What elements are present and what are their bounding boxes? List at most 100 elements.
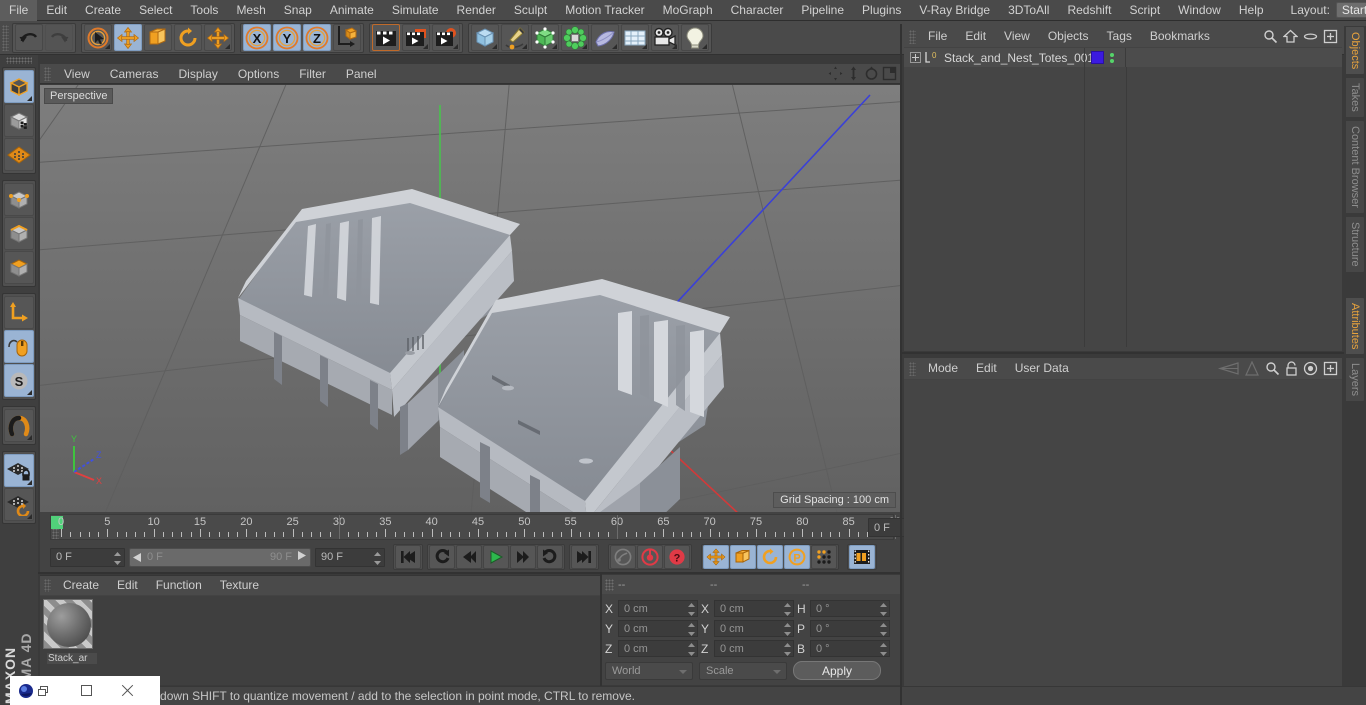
vertical-tab-layers[interactable]: Layers: [1345, 357, 1365, 403]
viewport-menu-panel[interactable]: Panel: [336, 64, 387, 84]
go-to-previous-key-button[interactable]: [429, 545, 455, 569]
go-to-next-key-button[interactable]: [537, 545, 563, 569]
undo-button[interactable]: [15, 24, 43, 51]
menu-item-simulate[interactable]: Simulate: [383, 0, 448, 21]
expand-icon[interactable]: [1323, 29, 1338, 47]
lock-workplane-button[interactable]: [4, 454, 34, 487]
add-spline-button[interactable]: [501, 24, 529, 51]
z-axis-lock[interactable]: Z: [303, 24, 331, 51]
object-menu-edit[interactable]: Edit: [956, 26, 995, 47]
vertical-tab-structure[interactable]: Structure: [1345, 215, 1365, 273]
menu-item-motion-tracker[interactable]: Motion Tracker: [556, 0, 653, 21]
y-axis-lock[interactable]: Y: [273, 24, 301, 51]
search-icon[interactable]: [1263, 29, 1278, 47]
workplane-mode-button[interactable]: [4, 138, 34, 171]
ellipse-icon[interactable]: [1303, 29, 1318, 47]
range-left-arrow-icon[interactable]: [133, 552, 142, 562]
layer-color-swatch[interactable]: [1091, 51, 1104, 64]
object-row[interactable]: 0 Stack_and_Nest_Totes_001: [904, 48, 1342, 67]
add-light-button[interactable]: [681, 24, 709, 51]
object-manager-body[interactable]: 0 Stack_and_Nest_Totes_001: [904, 48, 1342, 351]
add-camera-button[interactable]: [651, 24, 679, 51]
menu-item-snap[interactable]: Snap: [275, 0, 321, 21]
spinner-icon[interactable]: [784, 623, 791, 639]
layout-select[interactable]: Startup: [1335, 2, 1366, 18]
polygons-mode-button[interactable]: [4, 251, 34, 284]
maximize-icon[interactable]: [81, 685, 92, 696]
material-manager-body[interactable]: Stack_ar: [40, 596, 600, 685]
step-forward-button[interactable]: [510, 545, 536, 569]
redo-button[interactable]: [45, 24, 73, 51]
add-cube-button[interactable]: [471, 24, 499, 51]
rotate-tool[interactable]: [174, 24, 202, 51]
coordinate-field-rotation[interactable]: 0 °: [810, 620, 890, 637]
home-icon[interactable]: [1282, 29, 1299, 47]
panel-divider-vertical[interactable]: [900, 24, 902, 705]
step-back-button[interactable]: [456, 545, 482, 569]
toolbar-grip[interactable]: [2, 24, 9, 51]
viewport-solo-button[interactable]: [4, 409, 34, 442]
world-object-coordinates-button[interactable]: [4, 296, 34, 329]
scale-key-toggle[interactable]: [730, 545, 756, 569]
menu-item-3dtoall[interactable]: 3DToAll: [999, 0, 1058, 21]
move-tool[interactable]: [114, 24, 142, 51]
material-menu-edit[interactable]: Edit: [108, 576, 147, 595]
viewport-menu-filter[interactable]: Filter: [289, 64, 336, 84]
back-arrow-icon[interactable]: [1217, 361, 1239, 379]
panel-divider-vertical-2[interactable]: [600, 574, 602, 686]
spinner-icon[interactable]: [374, 551, 381, 565]
left-toolbar-grip[interactable]: [6, 57, 32, 64]
coordinates-grip[interactable]: [605, 578, 614, 591]
spinner-icon[interactable]: [688, 623, 695, 639]
menu-item-window[interactable]: Window: [1169, 0, 1230, 21]
x-axis-lock[interactable]: X: [243, 24, 271, 51]
enable-axis-modification-button[interactable]: [4, 330, 34, 363]
range-right-arrow-icon[interactable]: [298, 551, 307, 563]
coordinate-field-rotation[interactable]: 0 °: [810, 640, 890, 657]
menu-item-edit[interactable]: Edit: [37, 0, 76, 21]
points-mode-button[interactable]: [4, 183, 34, 216]
menu-item-script[interactable]: Script: [1120, 0, 1169, 21]
end-frame-field[interactable]: 90 F: [315, 547, 385, 567]
position-key-toggle[interactable]: [703, 545, 729, 569]
add-generator-button[interactable]: [531, 24, 559, 51]
size-mode-select[interactable]: Scale: [699, 661, 787, 680]
panel-divider-horizontal-2[interactable]: [38, 572, 902, 574]
object-layer-cell[interactable]: [1084, 48, 1126, 67]
render-view-button[interactable]: [372, 24, 400, 51]
menu-item-v-ray-bridge[interactable]: V-Ray Bridge: [910, 0, 999, 21]
menu-item-pipeline[interactable]: Pipeline: [792, 0, 853, 21]
spinner-icon[interactable]: [784, 643, 791, 659]
scale-tool[interactable]: [144, 24, 172, 51]
spinner-icon[interactable]: [880, 603, 887, 619]
viewport-rotate-icon[interactable]: [864, 66, 879, 81]
rotation-key-toggle[interactable]: [757, 545, 783, 569]
menu-item-sculpt[interactable]: Sculpt: [505, 0, 556, 21]
go-to-end-button[interactable]: [571, 545, 597, 569]
close-icon[interactable]: [120, 684, 134, 698]
animation-layers-button[interactable]: [849, 545, 875, 569]
point-level-animation-toggle[interactable]: [811, 545, 837, 569]
menu-item-mesh[interactable]: Mesh: [227, 0, 274, 21]
object-menu-bookmarks[interactable]: Bookmarks: [1141, 26, 1219, 47]
visibility-dots-icon[interactable]: [1110, 52, 1114, 63]
attributes-menu-mode[interactable]: Mode: [919, 358, 967, 379]
timeline-ruler[interactable]: 051015202530354045505560657075808590: [50, 514, 901, 540]
coordinate-field-size[interactable]: 0 cm: [714, 600, 794, 617]
current-frame-field[interactable]: 0 F: [50, 547, 125, 567]
menu-item-create[interactable]: Create: [76, 0, 130, 21]
menu-item-render[interactable]: Render: [448, 0, 505, 21]
viewport-grip[interactable]: [44, 66, 51, 81]
add-deformer-button[interactable]: [591, 24, 619, 51]
edges-mode-button[interactable]: [4, 217, 34, 250]
go-to-start-button[interactable]: [395, 545, 421, 569]
coordinate-field-position[interactable]: 0 cm: [618, 600, 698, 617]
vertical-tab-attributes[interactable]: Attributes: [1345, 296, 1365, 356]
menu-item-tools[interactable]: Tools: [181, 0, 227, 21]
menu-item-animate[interactable]: Animate: [321, 0, 383, 21]
material-menu-function[interactable]: Function: [147, 576, 211, 595]
coordinate-system-select[interactable]: World: [605, 661, 693, 680]
add-mograph-button[interactable]: [561, 24, 589, 51]
transform-tool[interactable]: [204, 24, 232, 51]
world-object-axis-toggle[interactable]: [333, 24, 361, 51]
